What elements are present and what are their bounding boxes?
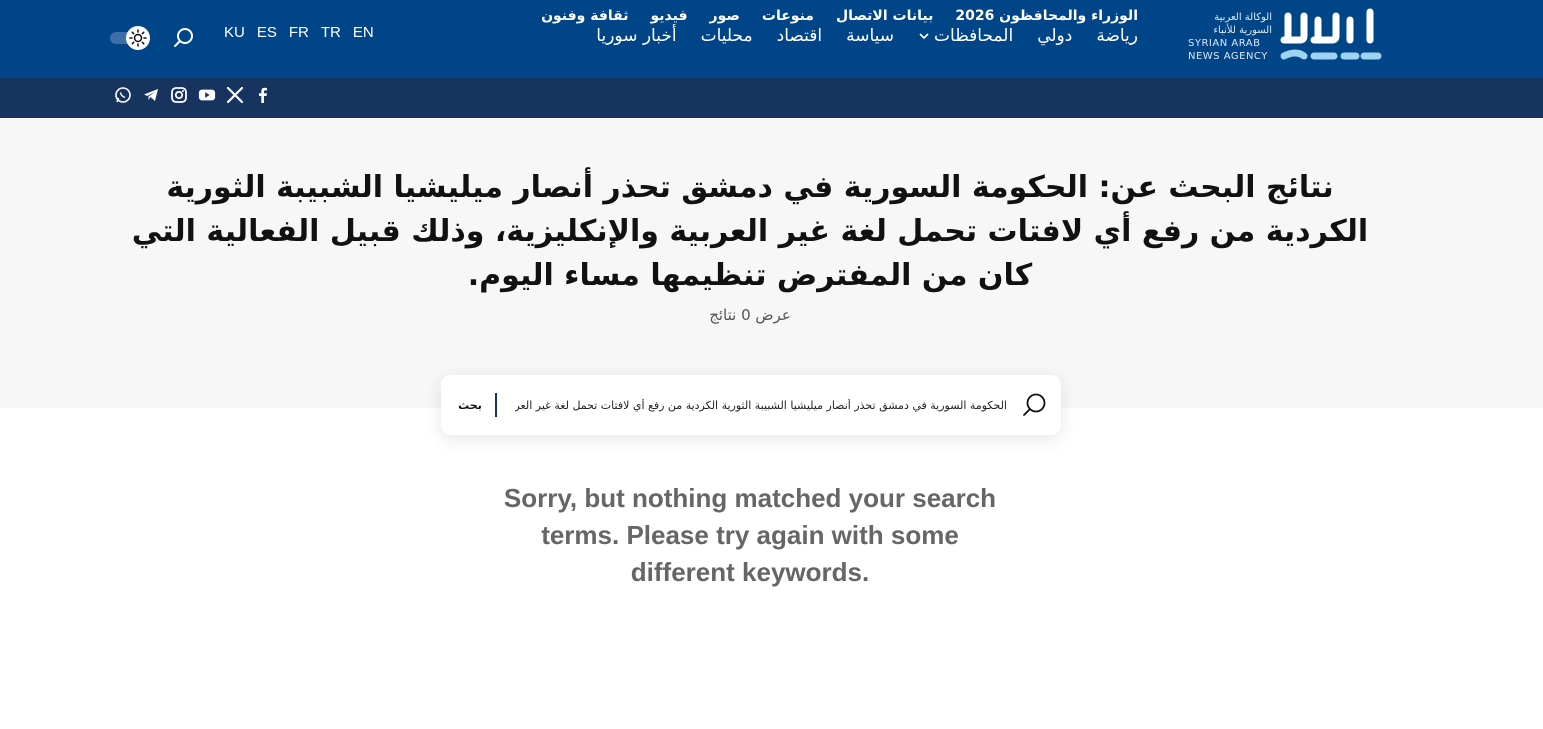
nav-item-governorates[interactable]: المحافظات: [918, 26, 1013, 46]
nav-item-syria-news[interactable]: أخبار سوريا: [596, 26, 676, 46]
lang-es[interactable]: ES: [257, 24, 277, 41]
logo-en-line2: NEWS AGENCY: [1188, 51, 1268, 62]
subnav-item-ministers[interactable]: الوزراء والمحافظون 2026: [955, 8, 1138, 24]
subnav-item-misc[interactable]: منوعات: [762, 8, 814, 24]
search-divider: [495, 393, 497, 417]
facebook-icon[interactable]: [254, 86, 272, 104]
nav-label: رياضة: [1096, 26, 1138, 46]
search-button[interactable]: بحث: [451, 395, 489, 415]
nav-label: المحافظات: [934, 26, 1014, 46]
nav-item-local[interactable]: محليات: [701, 26, 753, 46]
whatsapp-icon[interactable]: [114, 86, 132, 104]
lang-en[interactable]: EN: [353, 24, 374, 41]
no-results-message: Sorry, but nothing matched your search t…: [503, 483, 997, 587]
search-icon[interactable]: [172, 26, 196, 50]
nav-item-economy[interactable]: اقتصاد: [777, 26, 822, 46]
youtube-icon[interactable]: [198, 86, 216, 104]
subnav-item-contact[interactable]: بيانات الاتصال: [836, 8, 933, 24]
instagram-icon[interactable]: [170, 86, 188, 104]
results-count: عرض 0 نتائج: [709, 306, 791, 324]
subnav-item-video[interactable]: فيديو: [651, 8, 688, 24]
logo-ar-line1: الوكالة العربية: [1214, 12, 1272, 23]
lang-ku[interactable]: KU: [224, 24, 245, 41]
nav-label: سياسة: [846, 26, 895, 46]
nav-label: محليات: [700, 26, 753, 46]
nav-item-politics[interactable]: سياسة: [846, 26, 894, 46]
logo-text[interactable]: الوكالة العربية السورية للأنباء SYRIAN A…: [1188, 11, 1272, 63]
search-form: بحث: [441, 375, 1061, 435]
nav-item-international[interactable]: دولي: [1037, 26, 1072, 46]
nav-label: أخبار سوريا: [596, 26, 677, 46]
search-input[interactable]: [515, 393, 1007, 417]
sun-icon: [129, 29, 147, 47]
social-links: [114, 86, 272, 104]
nav-label: اقتصاد: [776, 26, 823, 46]
sana-logo-icon[interactable]: [1278, 6, 1384, 66]
sub-nav: ثقافة وفنون فيديو صور منوعات بيانات الات…: [541, 8, 1138, 24]
language-switcher: KU ES FR TR EN: [224, 24, 374, 41]
lang-fr[interactable]: FR: [289, 24, 309, 41]
subnav-item-culture[interactable]: ثقافة وفنون: [541, 8, 628, 24]
telegram-icon[interactable]: [142, 86, 160, 104]
toggle-knob: [126, 26, 150, 50]
theme-toggle[interactable]: [110, 26, 152, 50]
logo-en-line1: SYRIAN ARAB: [1188, 38, 1261, 49]
x-icon[interactable]: [226, 86, 244, 104]
logo-ar-line2: السورية للأنباء: [1213, 25, 1272, 36]
main-nav: أخبار سوريا محليات اقتصاد سياسة المحافظا…: [596, 22, 1138, 50]
nav-item-sports[interactable]: رياضة: [1096, 26, 1138, 46]
chevron-down-icon: [919, 33, 929, 40]
subnav-item-photos[interactable]: صور: [710, 8, 740, 24]
search-icon[interactable]: [1021, 391, 1049, 419]
lang-tr[interactable]: TR: [321, 24, 341, 41]
nav-label: دولي: [1037, 26, 1073, 46]
page-title: نتائج البحث عن: الحكومة السورية في دمشق …: [131, 170, 1369, 293]
